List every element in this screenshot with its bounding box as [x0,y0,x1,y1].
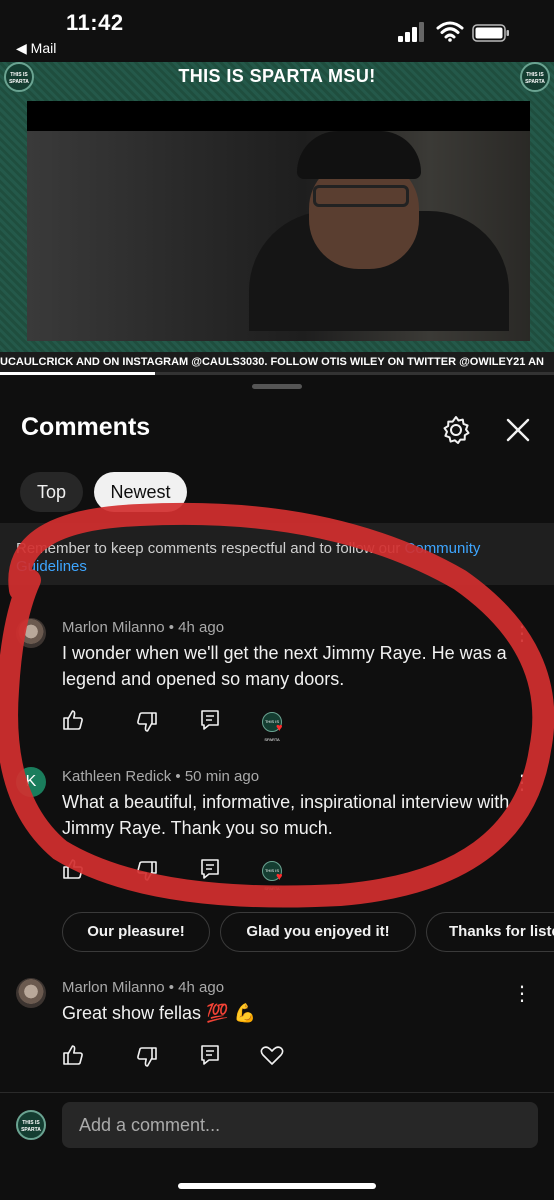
comment-text: Great show fellas 💯 💪 [62,1003,256,1023]
video-progress-fill [0,372,156,375]
comment-avatar[interactable]: K [16,767,46,797]
dislike-icon[interactable] [132,1045,160,1069]
comment-more-icon[interactable]: ⋮ [512,982,532,1006]
comment-more-icon[interactable]: ⋮ [512,622,532,646]
creator-heart-icon: ♥ [276,871,283,883]
add-comment-placeholder: Add a comment... [79,1115,221,1135]
comment-meta: Marlon Milanno • 4h ago [62,619,224,636]
suggested-reply-chip[interactable]: Thanks for listening [426,912,554,952]
dislike-icon[interactable] [132,710,160,734]
comment-author[interactable]: Marlon Milanno [62,619,165,636]
suggested-reply-chip[interactable]: Glad you enjoyed it! [220,912,416,952]
sort-chip-newest[interactable]: Newest [94,472,187,512]
settings-gear-icon[interactable] [438,412,474,448]
creator-heart-icon: ♥ [276,722,283,734]
heart-icon[interactable] [258,1043,286,1067]
comment-more-icon[interactable]: ⋮ [512,771,532,795]
wifi-icon [436,21,464,42]
comment-text: I wonder when we'll get the next Jimmy R… [62,643,507,689]
comment-author[interactable]: Kathleen Redick [62,768,171,785]
footer-divider [0,1092,554,1093]
comment-text: What a beautiful, informative, inspirati… [62,792,510,838]
video-person-glasses [313,185,409,207]
battery-icon [472,24,509,42]
video-progress-bar[interactable] [0,372,554,375]
like-icon[interactable] [60,857,88,881]
comment-avatar[interactable] [16,618,46,648]
video-frame[interactable] [27,101,530,341]
suggested-reply-chip[interactable]: Our pleasure! [62,912,210,952]
video-ticker: UCAULCRICK AND ON INSTAGRAM @CAULS3030. … [0,352,554,372]
video-banner-title: THIS IS SPARTA MSU! [178,66,376,86]
comment-age: 4h ago [178,979,225,996]
comment-age: 4h ago [178,619,225,636]
comment-meta: Kathleen Redick • 50 min ago [62,768,259,785]
meta-separator: • [175,768,181,785]
like-icon[interactable] [60,1043,88,1067]
notice-text: Remember to keep comments respectful and… [16,540,405,557]
current-user-avatar: THIS IS SPARTA [16,1110,46,1140]
back-to-mail-link[interactable]: ◀ Mail [16,40,56,57]
comments-panel [0,376,554,1200]
video-person-hat [297,131,421,179]
comments-title: Comments [21,413,151,441]
panel-drag-handle[interactable] [252,384,302,389]
status-time: 11:42 [66,10,124,35]
sort-chip-top[interactable]: Top [20,472,83,512]
reply-icon[interactable] [196,857,224,881]
comment-age: 50 min ago [184,768,260,785]
reply-icon[interactable] [196,1043,224,1067]
reply-icon[interactable] [196,708,224,732]
close-icon[interactable] [500,412,536,448]
like-icon[interactable] [60,708,88,732]
comment-author[interactable]: Marlon Milanno [62,979,165,996]
comment-avatar[interactable] [16,978,46,1008]
home-indicator [178,1183,376,1189]
dislike-icon[interactable] [132,859,160,883]
meta-separator: • [168,619,174,636]
cellular-signal-icon [398,22,426,42]
meta-separator: • [168,979,174,996]
community-notice-text: Remember to keep comments respectful and… [16,540,536,576]
comment-meta: Marlon Milanno • 4h ago [62,979,224,996]
